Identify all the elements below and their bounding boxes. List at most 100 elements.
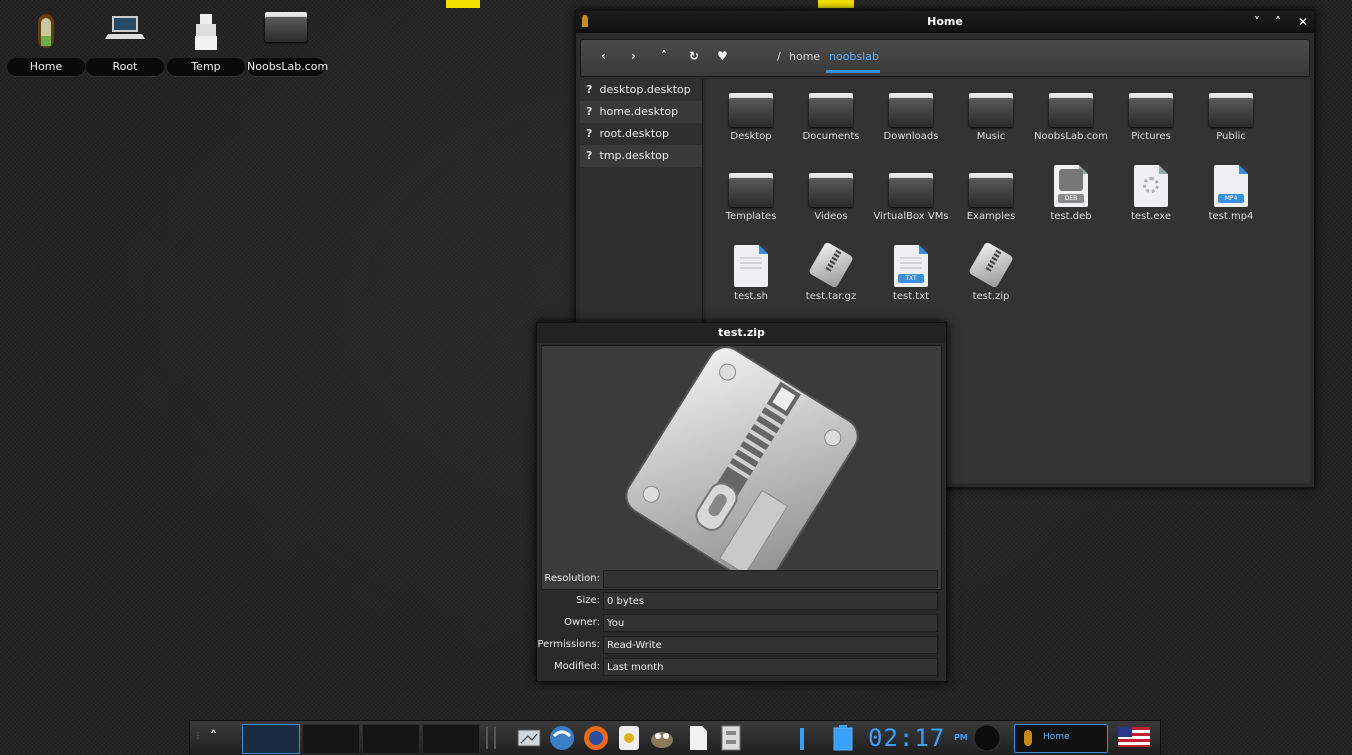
info-key: Modified: — [553, 661, 600, 672]
clock[interactable]: 02:17 — [868, 723, 945, 753]
txt-file-icon: TXT — [894, 245, 928, 287]
workspace-2[interactable] — [302, 724, 360, 754]
sidebar-item-label: desktop.desktop — [599, 83, 691, 96]
breadcrumb-noobslab[interactable]: noobslab — [829, 50, 879, 63]
minimize-button[interactable]: ˅ — [1254, 11, 1260, 33]
window-titlebar[interactable]: Home ˅ ˄ ✕ — [576, 11, 1314, 33]
reload-button[interactable]: ↻ — [689, 49, 699, 63]
music-player-icon[interactable] — [616, 724, 642, 752]
volume-indicator-icon[interactable] — [798, 724, 806, 752]
file-item[interactable]: Music — [952, 79, 1030, 149]
file-item[interactable]: Downloads — [872, 79, 950, 149]
file-item-label: test.tar.gz — [805, 291, 857, 302]
sidebar-item[interactable]: ? desktop.desktop — [580, 79, 702, 101]
file-item[interactable]: Examples — [952, 159, 1030, 229]
separator — [486, 727, 496, 749]
sidebar-item-label: root.desktop — [599, 127, 669, 140]
taskbar: ⋮ ˄ 02:17 PM Home — [189, 720, 1161, 755]
folder-icon — [809, 93, 853, 127]
file-item-label: NoobsLab.com — [1034, 131, 1108, 142]
file-item[interactable]: MP4 test.mp4 — [1192, 159, 1270, 229]
file-item[interactable]: Public — [1192, 79, 1270, 149]
file-item-label: Music — [976, 131, 1006, 142]
power-icon[interactable] — [972, 724, 1002, 752]
home-door-icon — [36, 12, 56, 54]
gimp-icon[interactable] — [648, 724, 676, 752]
bookmark-button[interactable]: ♥ — [717, 49, 728, 63]
workspace-1[interactable] — [242, 724, 300, 754]
forward-button[interactable]: › — [631, 49, 636, 63]
file-item[interactable]: Pictures — [1112, 79, 1190, 149]
folder-icon — [809, 173, 853, 207]
file-item[interactable]: Documents — [792, 79, 870, 149]
text-editor-icon[interactable] — [686, 724, 710, 752]
desktop-icon-temp[interactable]: Temp — [167, 12, 245, 76]
desktop-icon-label: Root — [86, 58, 164, 76]
file-item[interactable]: DEB test.deb — [1032, 159, 1110, 229]
battery-icon[interactable] — [830, 724, 856, 752]
file-item[interactable]: Desktop — [712, 79, 790, 149]
folder-icon — [969, 173, 1013, 207]
network-icon[interactable] — [548, 724, 576, 752]
info-key: Owner: — [564, 617, 600, 628]
info-key: Size: — [576, 595, 600, 606]
file-item[interactable]: test.sh — [712, 239, 790, 309]
exe-file-icon — [1134, 165, 1168, 207]
info-row-size: Size: 0 bytes — [537, 591, 942, 611]
back-button[interactable]: ‹ — [601, 49, 606, 63]
file-item[interactable]: NoobsLab.com — [1032, 79, 1110, 149]
file-item-label: Examples — [966, 211, 1016, 222]
file-item[interactable]: test.tar.gz — [792, 239, 870, 309]
grip-handle[interactable]: ⋮ — [194, 731, 202, 740]
info-value: Read-Write — [603, 636, 938, 654]
file-type-badge: MP4 — [1218, 194, 1244, 203]
file-item-label: Desktop — [730, 131, 772, 142]
workspace-4[interactable] — [422, 724, 480, 754]
file-item[interactable]: VirtualBox VMs — [872, 159, 950, 229]
maximize-button[interactable]: ˄ — [1275, 11, 1281, 33]
info-row-owner: Owner: You — [537, 613, 942, 633]
path-root[interactable]: / — [777, 50, 781, 63]
sidebar-item[interactable]: ? root.desktop — [580, 123, 702, 145]
task-button-home[interactable]: Home — [1014, 724, 1108, 753]
archive-icon — [968, 241, 1014, 289]
sidebar-item[interactable]: ? tmp.desktop — [580, 145, 702, 167]
unknown-file-icon: ? — [586, 83, 593, 96]
zip-archive-icon — [625, 346, 859, 586]
computer-icon — [105, 12, 145, 46]
file-item-label: Public — [1216, 131, 1246, 142]
unknown-file-icon: ? — [586, 127, 593, 140]
clock-ampm: PM — [954, 733, 968, 742]
home-door-icon — [1024, 730, 1032, 746]
breadcrumb-home[interactable]: home — [789, 50, 820, 63]
unknown-file-icon: ? — [586, 149, 593, 162]
folder-icon — [889, 93, 933, 127]
desktop-icon-label: Temp — [167, 58, 245, 76]
file-cabinet-icon[interactable] — [718, 724, 744, 752]
file-item[interactable]: test.zip — [952, 239, 1030, 309]
file-item-label: Videos — [814, 211, 848, 222]
desktop-icon-noobslab[interactable]: NoobsLab.com — [247, 12, 328, 76]
desktop-icon-home[interactable]: Home — [7, 12, 85, 76]
file-item[interactable]: test.exe — [1112, 159, 1190, 229]
top-highlight-left — [446, 0, 480, 8]
workspace-3[interactable] — [362, 724, 420, 754]
file-item-label: test.mp4 — [1208, 211, 1254, 222]
file-item[interactable]: Videos — [792, 159, 870, 229]
us-flag-icon[interactable] — [1118, 727, 1150, 755]
file-item-label: test.sh — [734, 291, 768, 302]
close-button[interactable]: ✕ — [1298, 11, 1308, 33]
info-value — [603, 570, 938, 588]
file-item[interactable]: Templates — [712, 159, 790, 229]
show-hidden-button[interactable]: ˄ — [210, 729, 217, 745]
sidebar-item[interactable]: ? home.desktop — [580, 101, 702, 123]
info-value: Last month — [603, 658, 938, 676]
file-item-label: test.zip — [972, 291, 1010, 302]
screenshot-app-icon[interactable] — [516, 724, 542, 752]
file-item-label: Documents — [802, 131, 860, 142]
up-button[interactable]: ˄ — [661, 49, 667, 63]
desktop-icon-root[interactable]: Root — [86, 12, 164, 76]
file-item[interactable]: TXT test.txt — [872, 239, 950, 309]
firefox-icon[interactable] — [582, 724, 610, 752]
folder-icon — [729, 173, 773, 207]
